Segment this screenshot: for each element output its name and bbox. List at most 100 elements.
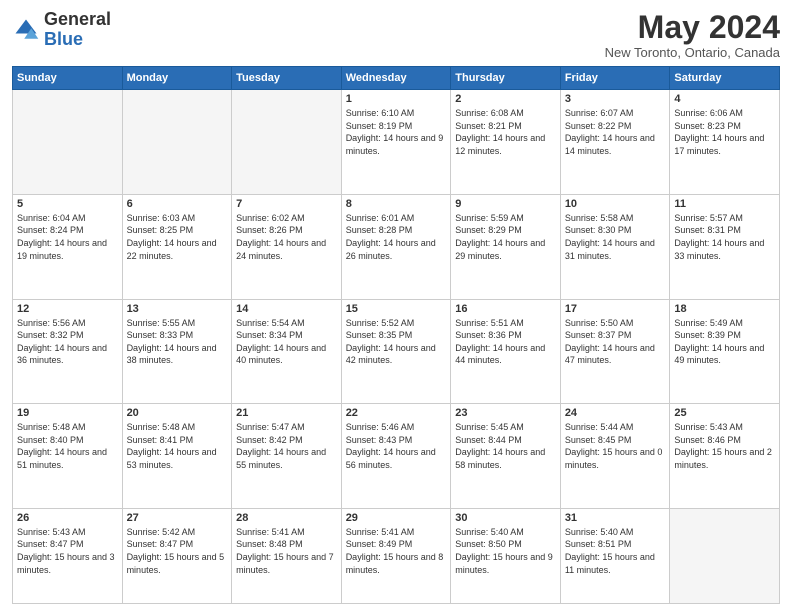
table-row: 5Sunrise: 6:04 AM Sunset: 8:24 PM Daylig… [13,194,123,299]
col-friday: Friday [560,67,670,90]
day-info: Sunrise: 5:48 AM Sunset: 8:41 PM Dayligh… [127,421,228,471]
day-number: 17 [565,303,666,315]
day-info: Sunrise: 5:46 AM Sunset: 8:43 PM Dayligh… [346,421,447,471]
title-location: New Toronto, Ontario, Canada [605,45,780,60]
table-row: 8Sunrise: 6:01 AM Sunset: 8:28 PM Daylig… [341,194,451,299]
day-info: Sunrise: 6:06 AM Sunset: 8:23 PM Dayligh… [674,107,775,157]
day-info: Sunrise: 6:03 AM Sunset: 8:25 PM Dayligh… [127,212,228,262]
day-number: 12 [17,303,118,315]
table-row: 1 Sunrise: 6:10 AM Sunset: 8:19 PM Daylig… [341,90,451,195]
day-info: Sunrise: 6:07 AM Sunset: 8:22 PM Dayligh… [565,107,666,157]
day-info: Sunrise: 5:41 AM Sunset: 8:49 PM Dayligh… [346,526,447,576]
table-row: 22 Sunrise: 5:46 AM Sunset: 8:43 PM Dayli… [341,404,451,509]
table-row: 11Sunrise: 5:57 AM Sunset: 8:31 PM Dayli… [670,194,780,299]
day-info: Sunrise: 5:45 AM Sunset: 8:44 PM Dayligh… [455,421,556,471]
day-info: Sunrise: 5:55 AM Sunset: 8:33 PM Dayligh… [127,317,228,367]
day-number: 28 [236,512,337,524]
day-info: Sunrise: 5:48 AM Sunset: 8:40 PM Dayligh… [17,421,118,471]
day-number: 22 [346,407,447,419]
day-number: 30 [455,512,556,524]
day-number: 15 [346,303,447,315]
day-info: Sunrise: 5:56 AM Sunset: 8:32 PM Dayligh… [17,317,118,367]
day-number: 18 [674,303,775,315]
table-row: 19 Sunrise: 5:48 AM Sunset: 8:40 PM Dayli… [13,404,123,509]
table-row: 2 Sunrise: 6:08 AM Sunset: 8:21 PM Daylig… [451,90,561,195]
col-wednesday: Wednesday [341,67,451,90]
day-info: Sunrise: 5:59 AM Sunset: 8:29 PM Dayligh… [455,212,556,262]
table-row: 10Sunrise: 5:58 AM Sunset: 8:30 PM Dayli… [560,194,670,299]
day-info: Sunrise: 5:42 AM Sunset: 8:47 PM Dayligh… [127,526,228,576]
title-block: May 2024 New Toronto, Ontario, Canada [605,10,780,60]
day-number: 2 [455,93,556,105]
day-number: 9 [455,198,556,210]
day-info: Sunrise: 5:50 AM Sunset: 8:37 PM Dayligh… [565,317,666,367]
page-container: General Blue May 2024 New Toronto, Ontar… [0,0,792,612]
table-row: 18 Sunrise: 5:49 AM Sunset: 8:39 PM Dayli… [670,299,780,404]
table-row: 14 Sunrise: 5:54 AM Sunset: 8:34 PM Dayli… [232,299,342,404]
table-row [670,508,780,603]
day-number: 6 [127,198,228,210]
table-row: 12 Sunrise: 5:56 AM Sunset: 8:32 PM Dayli… [13,299,123,404]
day-number: 20 [127,407,228,419]
day-info: Sunrise: 5:49 AM Sunset: 8:39 PM Dayligh… [674,317,775,367]
table-row: 20 Sunrise: 5:48 AM Sunset: 8:41 PM Dayli… [122,404,232,509]
table-row: 27 Sunrise: 5:42 AM Sunset: 8:47 PM Dayli… [122,508,232,603]
table-row: 17 Sunrise: 5:50 AM Sunset: 8:37 PM Dayli… [560,299,670,404]
table-row: 30Sunrise: 5:40 AM Sunset: 8:50 PM Dayli… [451,508,561,603]
day-info: Sunrise: 5:47 AM Sunset: 8:42 PM Dayligh… [236,421,337,471]
table-row: 23 Sunrise: 5:45 AM Sunset: 8:44 PM Dayli… [451,404,561,509]
table-row: 4 Sunrise: 6:06 AM Sunset: 8:23 PM Daylig… [670,90,780,195]
table-row: 26 Sunrise: 5:43 AM Sunset: 8:47 PM Dayli… [13,508,123,603]
day-number: 25 [674,407,775,419]
day-number: 21 [236,407,337,419]
day-number: 26 [17,512,118,524]
day-number: 14 [236,303,337,315]
day-number: 3 [565,93,666,105]
day-info: Sunrise: 5:51 AM Sunset: 8:36 PM Dayligh… [455,317,556,367]
header: General Blue May 2024 New Toronto, Ontar… [12,10,780,60]
day-number: 19 [17,407,118,419]
table-row: 3 Sunrise: 6:07 AM Sunset: 8:22 PM Daylig… [560,90,670,195]
day-info: Sunrise: 5:44 AM Sunset: 8:45 PM Dayligh… [565,421,666,471]
day-info: Sunrise: 5:57 AM Sunset: 8:31 PM Dayligh… [674,212,775,262]
table-row [122,90,232,195]
logo-text: General Blue [44,10,111,50]
table-row: 6 Sunrise: 6:03 AM Sunset: 8:25 PM Daylig… [122,194,232,299]
day-info: Sunrise: 5:41 AM Sunset: 8:48 PM Dayligh… [236,526,337,576]
day-number: 29 [346,512,447,524]
day-number: 4 [674,93,775,105]
day-number: 1 [346,93,447,105]
day-number: 5 [17,198,118,210]
calendar-header-row: Sunday Monday Tuesday Wednesday Thursday… [13,67,780,90]
col-saturday: Saturday [670,67,780,90]
day-info: Sunrise: 5:43 AM Sunset: 8:47 PM Dayligh… [17,526,118,576]
day-info: Sunrise: 5:52 AM Sunset: 8:35 PM Dayligh… [346,317,447,367]
title-month: May 2024 [605,10,780,45]
day-info: Sunrise: 6:10 AM Sunset: 8:19 PM Dayligh… [346,107,447,157]
table-row: 25 Sunrise: 5:43 AM Sunset: 8:46 PM Dayli… [670,404,780,509]
table-row: 13 Sunrise: 5:55 AM Sunset: 8:33 PM Dayli… [122,299,232,404]
day-number: 10 [565,198,666,210]
table-row [232,90,342,195]
col-sunday: Sunday [13,67,123,90]
logo-blue: Blue [44,29,83,49]
col-tuesday: Tuesday [232,67,342,90]
day-number: 27 [127,512,228,524]
day-info: Sunrise: 5:40 AM Sunset: 8:51 PM Dayligh… [565,526,666,576]
day-info: Sunrise: 6:01 AM Sunset: 8:28 PM Dayligh… [346,212,447,262]
day-info: Sunrise: 6:02 AM Sunset: 8:26 PM Dayligh… [236,212,337,262]
day-info: Sunrise: 6:08 AM Sunset: 8:21 PM Dayligh… [455,107,556,157]
day-number: 13 [127,303,228,315]
day-info: Sunrise: 5:43 AM Sunset: 8:46 PM Dayligh… [674,421,775,471]
col-thursday: Thursday [451,67,561,90]
table-row: 15 Sunrise: 5:52 AM Sunset: 8:35 PM Dayli… [341,299,451,404]
calendar-table: Sunday Monday Tuesday Wednesday Thursday… [12,66,780,604]
table-row [13,90,123,195]
day-info: Sunrise: 5:54 AM Sunset: 8:34 PM Dayligh… [236,317,337,367]
table-row: 31Sunrise: 5:40 AM Sunset: 8:51 PM Dayli… [560,508,670,603]
logo: General Blue [12,10,111,50]
table-row: 29 Sunrise: 5:41 AM Sunset: 8:49 PM Dayli… [341,508,451,603]
day-number: 23 [455,407,556,419]
table-row: 9 Sunrise: 5:59 AM Sunset: 8:29 PM Daylig… [451,194,561,299]
day-number: 7 [236,198,337,210]
